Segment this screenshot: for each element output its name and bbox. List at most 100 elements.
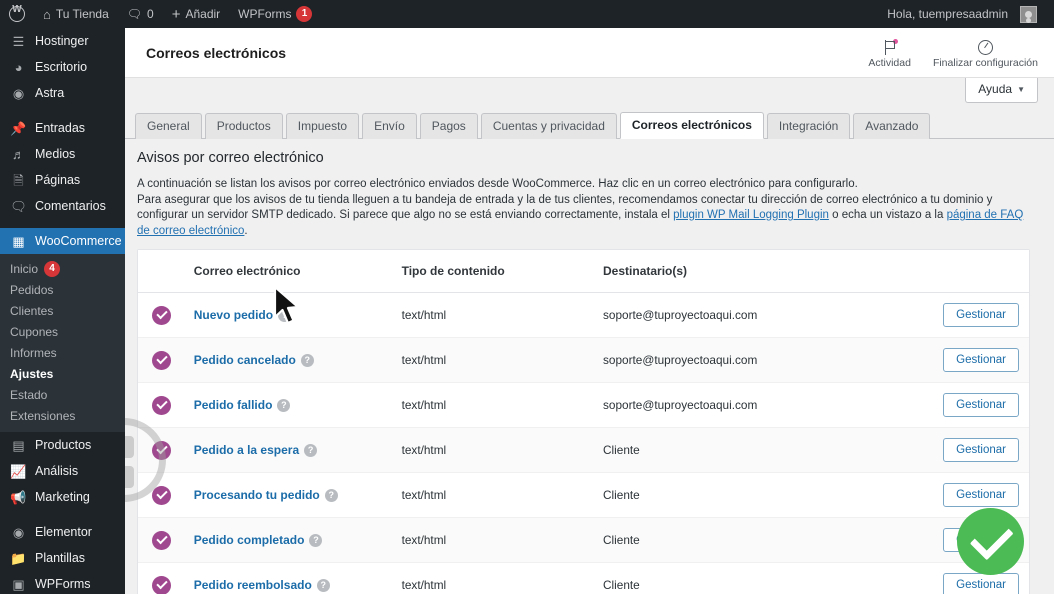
check-circle-icon[interactable] (152, 305, 171, 325)
check-circle-icon[interactable] (152, 440, 171, 460)
manage-button[interactable]: Gestionar (943, 393, 1019, 417)
sidebar-item-plantillas[interactable]: 📁 Plantillas (0, 545, 125, 571)
manage-button[interactable]: Gestionar (943, 438, 1019, 462)
table-row[interactable]: Pedido a la espera? text/html Cliente Ge… (138, 427, 1029, 473)
manage-button[interactable]: Gestionar (943, 528, 1019, 552)
activity-button[interactable]: Actividad (868, 38, 911, 69)
table-row[interactable]: Pedido cancelado? text/html soporte@tupr… (138, 337, 1029, 383)
email-name-link[interactable]: Pedido cancelado (194, 353, 296, 367)
row-status-cell[interactable] (138, 337, 186, 383)
row-status-cell[interactable] (138, 517, 186, 563)
comments-button[interactable]: 🗨 0 (118, 0, 163, 28)
sidebar-item-astra[interactable]: ◉ Astra (0, 80, 125, 106)
pages-icon: 🗎 (13, 172, 24, 188)
row-status-cell[interactable] (138, 382, 186, 428)
check-circle-icon[interactable] (152, 575, 171, 594)
tab-pagos[interactable]: Pagos (419, 113, 478, 139)
table-row[interactable]: Procesando tu pedido? text/html Cliente … (138, 472, 1029, 518)
check-circle-icon[interactable] (152, 530, 171, 550)
row-status-cell[interactable] (138, 427, 186, 473)
submenu-item-informes[interactable]: Informes (0, 342, 125, 363)
sidebar-item-medios[interactable]: ♬ Medios (0, 141, 125, 167)
sidebar-item-analisis[interactable]: 📈 Análisis (0, 458, 125, 484)
sidebar-item-wpforms[interactable]: ▣ WPForms (0, 571, 125, 594)
submenu-item-extensiones[interactable]: Extensiones (0, 405, 125, 426)
help-icon[interactable]: ? (324, 489, 338, 502)
sidebar-item-productos[interactable]: ▤ Productos (0, 432, 125, 458)
submenu-item-inicio[interactable]: Inicio 4 (0, 258, 125, 279)
tab-avanzado[interactable]: Avanzado (853, 113, 931, 139)
row-status-cell[interactable] (138, 562, 186, 594)
wpforms-badge: 1 (296, 6, 313, 22)
email-name-link[interactable]: Pedido a la espera (194, 443, 299, 457)
row-action-cell: Gestionar (919, 517, 1029, 563)
sidebar-item-escritorio[interactable]: ◕ Escritorio (0, 54, 125, 80)
emails-table-container: Correo electrónico Tipo de contenido Des… (137, 249, 1030, 594)
check-circle-icon[interactable] (152, 395, 171, 415)
submenu-item-ajustes[interactable]: Ajustes (0, 363, 125, 384)
submenu-item-cupones[interactable]: Cupones (0, 321, 125, 342)
submenu-item-estado[interactable]: Estado (0, 384, 125, 405)
email-name-link[interactable]: Pedido fallido (194, 398, 273, 412)
email-name-link[interactable]: Pedido completado (194, 533, 305, 547)
table-row[interactable]: Nuevo pedido? text/html soporte@tuproyec… (138, 292, 1029, 338)
help-icon[interactable]: ? (277, 399, 291, 412)
wordpress-logo-button[interactable] (0, 0, 34, 28)
sidebar-item-hostinger[interactable]: ☰ Hostinger (0, 28, 125, 54)
sidebar-item-entradas[interactable]: 📌 Entradas (0, 115, 125, 141)
row-email-cell: Procesando tu pedido? (185, 472, 394, 518)
manage-button[interactable]: Gestionar (943, 303, 1019, 327)
sidebar-item-woocommerce[interactable]: ▦ WooCommerce (0, 228, 125, 254)
tab-general[interactable]: General (135, 113, 202, 139)
admin-bar-right: Hola, tuempresaadmin (878, 0, 1054, 28)
help-icon[interactable]: ? (278, 309, 292, 322)
home-icon: ⌂ (43, 6, 51, 22)
table-row[interactable]: Pedido reembolsado? text/html Cliente Ge… (138, 562, 1029, 594)
site-name-button[interactable]: ⌂ Tu Tienda (34, 0, 118, 28)
sidebar-item-elementor[interactable]: ◉ Elementor (0, 519, 125, 545)
email-name-link[interactable]: Pedido reembolsado (194, 578, 312, 592)
sidebar-item-comentarios[interactable]: 🗨 Comentarios (0, 193, 125, 219)
submenu-item-pedidos[interactable]: Pedidos (0, 279, 125, 300)
help-icon[interactable]: ? (309, 534, 323, 547)
new-content-button[interactable]: + Añadir (163, 0, 229, 28)
th-action (919, 250, 1029, 293)
check-circle-icon[interactable] (152, 350, 171, 370)
row-content-type-cell: text/html (393, 292, 596, 338)
sidebar-divider (0, 106, 125, 115)
account-menu-button[interactable]: Hola, tuempresaadmin (878, 0, 1046, 28)
tab-productos[interactable]: Productos (204, 113, 283, 139)
tab-cuentas-y-privacidad[interactable]: Cuentas y privacidad (480, 113, 617, 139)
sidebar-item-paginas[interactable]: 🗎 Páginas (0, 167, 125, 193)
submenu-item-clientes[interactable]: Clientes (0, 300, 125, 321)
tab-envio[interactable]: Envío (362, 113, 417, 139)
check-circle-icon[interactable] (152, 485, 171, 505)
row-action-cell: Gestionar (919, 382, 1029, 428)
wp-mail-logging-link[interactable]: plugin WP Mail Logging Plugin (673, 209, 829, 221)
tab-correos-electronicos[interactable]: Correos electrónicos (619, 112, 764, 139)
sidebar-item-label: Análisis (35, 464, 79, 478)
help-icon[interactable]: ? (316, 579, 330, 592)
finish-setup-button[interactable]: Finalizar configuración (933, 38, 1038, 69)
sidebar-divider (0, 219, 125, 228)
email-name-link[interactable]: Nuevo pedido (194, 308, 273, 322)
help-icon[interactable]: ? (304, 444, 318, 457)
manage-button[interactable]: Gestionar (943, 348, 1019, 372)
sidebar-item-marketing[interactable]: 📢 Marketing (0, 484, 125, 510)
email-name-link[interactable]: Procesando tu pedido (194, 488, 320, 502)
help-icon[interactable]: ? (300, 354, 314, 367)
tab-integracion[interactable]: Integración (766, 113, 851, 139)
manage-button[interactable]: Gestionar (943, 483, 1019, 507)
table-row[interactable]: Pedido fallido? text/html soporte@tuproy… (138, 382, 1029, 428)
marketing-icon: 📢 (10, 489, 27, 505)
wpforms-button[interactable]: WPForms 1 (229, 0, 321, 28)
th-content-type: Tipo de contenido (393, 250, 596, 293)
help-toggle-button[interactable]: Ayuda ▼ (965, 77, 1038, 103)
row-status-cell[interactable] (138, 292, 186, 338)
table-row[interactable]: Pedido completado? text/html Cliente Ges… (138, 517, 1029, 563)
row-status-cell[interactable] (138, 472, 186, 518)
tab-impuesto[interactable]: Impuesto (285, 113, 360, 139)
row-action-cell: Gestionar (919, 562, 1029, 594)
comments-icon: 🗨 (10, 198, 27, 214)
manage-button[interactable]: Gestionar (943, 573, 1019, 594)
